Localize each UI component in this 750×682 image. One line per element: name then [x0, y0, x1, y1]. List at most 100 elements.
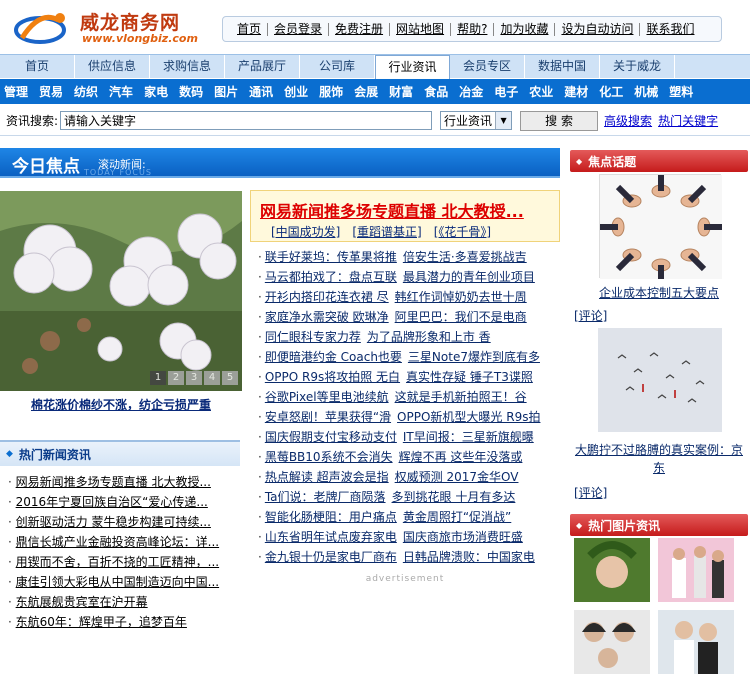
news-link[interactable]: 韩红作词悼奶奶去世十周	[395, 290, 527, 304]
category-link[interactable]: 纺织	[74, 83, 98, 100]
category-link[interactable]: 电子	[494, 83, 518, 100]
hot-news-link[interactable]: 用锲而不舍，百折不挠的工匠精神，...	[16, 555, 219, 569]
comment-link[interactable]: [评论]	[574, 307, 607, 324]
top-link-register[interactable]: 免费注册	[329, 22, 391, 36]
news-link[interactable]: 同仁眼科专家力荐	[265, 330, 361, 344]
category-link[interactable]: 化工	[599, 83, 623, 100]
tab-supply[interactable]: 供应信息	[75, 55, 150, 78]
category-link[interactable]: 服饰	[319, 83, 343, 100]
news-link[interactable]: 热点解读 超声波会是指	[265, 470, 389, 484]
hot-news-link[interactable]: 鼎信长城产业金融投资高峰论坛：详...	[16, 535, 219, 549]
news-link[interactable]: 辉煌不再 这些年没落或	[399, 450, 523, 464]
news-link[interactable]: 马云都拍戏了：盘点互联	[265, 270, 397, 284]
category-link[interactable]: 创业	[284, 83, 308, 100]
tab-about[interactable]: 关于威龙	[600, 55, 675, 78]
news-link[interactable]: 国庆假期支付宝移动支付	[265, 430, 397, 444]
site-logo[interactable]: 威龙商务网 www.vlongbiz.com	[12, 6, 202, 46]
category-link[interactable]: 冶金	[459, 83, 483, 100]
category-link[interactable]: 会展	[354, 83, 378, 100]
category-link[interactable]: 农业	[529, 83, 553, 100]
top-link-sitemap[interactable]: 网站地图	[390, 22, 452, 36]
category-link[interactable]: 通讯	[249, 83, 273, 100]
category-link[interactable]: 图片	[214, 83, 238, 100]
news-link[interactable]: 倍安生活·多喜爱挑战吉	[403, 250, 527, 264]
news-link[interactable]: 为了品牌形象和上市 香	[367, 330, 491, 344]
slide-page-2[interactable]: 2	[168, 371, 184, 385]
topic-image-hands[interactable]	[599, 174, 722, 279]
tab-home[interactable]: 首页	[0, 55, 75, 78]
category-link[interactable]: 家电	[144, 83, 168, 100]
hot-picture-thumb[interactable]	[658, 538, 734, 602]
slideshow-caption[interactable]: 棉花涨价棉纱不涨，纺企亏损严重	[0, 396, 242, 413]
headline-sublink[interactable]: [《花千骨》]	[434, 223, 491, 240]
category-link[interactable]: 塑料	[669, 83, 693, 100]
hot-news-link[interactable]: 东航展舰贵宾室在沪开幕	[16, 595, 148, 609]
top-link-help[interactable]: 帮助?	[451, 22, 495, 36]
news-link[interactable]: 最具潜力的青年创业项目	[403, 270, 535, 284]
news-link[interactable]: IT早间报：三星新旗舰曝	[403, 430, 534, 444]
tab-companies[interactable]: 公司库	[300, 55, 375, 78]
hot-news-link[interactable]: 东航60年：辉煌甲子，追梦百年	[16, 615, 187, 629]
news-link[interactable]: 安卓怒剧！苹果获得“滑	[265, 410, 391, 424]
hot-picture-thumb[interactable]	[658, 610, 734, 674]
hot-news-link[interactable]: 2016年宁夏回族自治区“爱心传递...	[16, 495, 208, 509]
news-link[interactable]: 家庭净水需突破 欧琳净	[265, 310, 389, 324]
category-link[interactable]: 食品	[424, 83, 448, 100]
category-link[interactable]: 机械	[634, 83, 658, 100]
search-category-select[interactable]: 行业资讯 ▼	[440, 111, 513, 130]
news-link[interactable]: 国庆商旅市场消费旺盛	[403, 530, 523, 544]
topic-link[interactable]: 大鹏拧不过胳膊的真实案例：京东	[575, 443, 743, 475]
top-link-contact[interactable]: 联系我们	[640, 22, 700, 36]
news-link[interactable]: 联手好莱坞：传革果将推	[265, 250, 397, 264]
news-link[interactable]: 山东省明年试点废弃家电	[265, 530, 397, 544]
news-link[interactable]: 真实性存疑 锤子T3谍照	[406, 370, 533, 384]
news-link[interactable]: 开衫内搭印花连衣裙 尽	[265, 290, 389, 304]
news-link[interactable]: 谷歌Pixel等里电池续航	[265, 390, 389, 404]
news-link[interactable]: OPPO R9s将攻拍照 无白	[265, 370, 400, 384]
hot-news-link[interactable]: 创新驱动活力 蒙牛稳步构建可持续...	[16, 515, 211, 529]
slide-page-3[interactable]: 3	[186, 371, 202, 385]
search-button[interactable]: 搜 索	[520, 110, 599, 131]
comment-link[interactable]: [评论]	[574, 484, 607, 501]
topic-image-birds[interactable]	[598, 328, 722, 432]
tab-data-china[interactable]: 数据中国	[525, 55, 600, 78]
top-link-login[interactable]: 会员登录	[268, 22, 330, 36]
advanced-search-link[interactable]: 高级搜索	[604, 112, 652, 129]
news-link[interactable]: 阿里巴巴：我们不是电商	[395, 310, 527, 324]
topic-link[interactable]: 企业成本控制五大要点	[599, 286, 719, 300]
news-link[interactable]: 金九银十仍是家电厂商布	[265, 550, 397, 564]
category-link[interactable]: 管理	[4, 83, 28, 100]
category-link[interactable]: 贸易	[39, 83, 63, 100]
slide-page-4[interactable]: 4	[204, 371, 220, 385]
news-link[interactable]: 日韩品牌溃败：中国家电	[403, 550, 535, 564]
top-link-bookmark[interactable]: 加为收藏	[494, 22, 556, 36]
news-link[interactable]: 黄金周照打“促消战”	[403, 510, 511, 524]
headline-sublink[interactable]: [中国成功发]	[271, 223, 340, 240]
headline-sublink[interactable]: [重蹈谱基正]	[352, 223, 421, 240]
tab-products[interactable]: 产品展厅	[225, 55, 300, 78]
hot-news-link[interactable]: 网易新闻推多场专题直播 北大教授...	[16, 475, 211, 489]
category-link[interactable]: 数码	[179, 83, 203, 100]
top-link-auto-visit[interactable]: 设为自动访问	[555, 22, 641, 36]
category-link[interactable]: 财富	[389, 83, 413, 100]
news-link[interactable]: 三星Note7爆炸到底有多	[408, 350, 540, 364]
hot-news-link[interactable]: 康佳引领大彩电从中国制造迈向中国...	[16, 575, 219, 589]
tab-members[interactable]: 会员专区	[450, 55, 525, 78]
hot-picture-thumb[interactable]	[574, 610, 650, 674]
news-link[interactable]: 黑莓BB10系统不会消失	[265, 450, 393, 464]
news-link[interactable]: 智能化肠梗阻：用户痛点	[265, 510, 397, 524]
hot-keywords-link[interactable]: 热门关键字	[658, 112, 718, 129]
slide-page-5[interactable]: 5	[222, 371, 238, 385]
category-link[interactable]: 建材	[564, 83, 588, 100]
search-input[interactable]	[60, 111, 433, 130]
tab-purchase[interactable]: 求购信息	[150, 55, 225, 78]
category-link[interactable]: 汽车	[109, 83, 133, 100]
news-link[interactable]: 多到挑花眼 十月有多达	[392, 490, 516, 504]
news-link[interactable]: OPPO新机型大曝光 R9s拍	[397, 410, 540, 424]
headline-title[interactable]: 网易新闻推多场专题直播 北大教授...	[260, 198, 524, 222]
tab-industry-news[interactable]: 行业资讯	[375, 55, 450, 79]
slideshow-image[interactable]: 1 2 3 4 5	[0, 191, 242, 391]
news-link[interactable]: 即便暗港约金 Coach也要	[265, 350, 402, 364]
news-link[interactable]: Ta们说：老牌厂商陨落	[265, 490, 386, 504]
hot-picture-thumb[interactable]	[574, 538, 650, 602]
